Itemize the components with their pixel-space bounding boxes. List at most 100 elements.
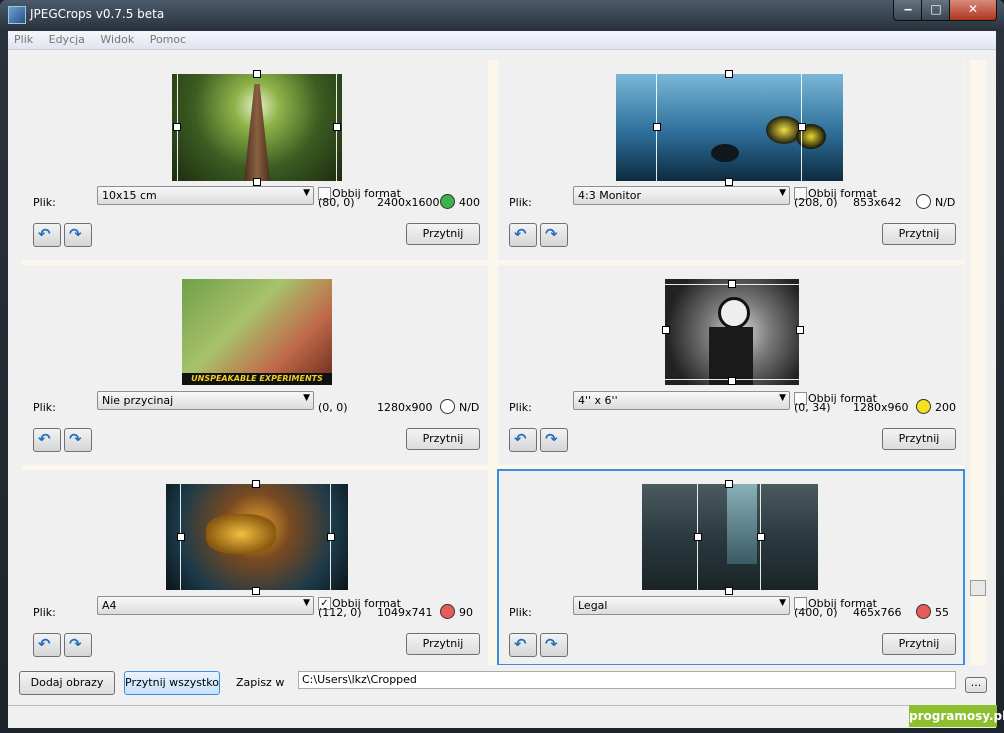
image-thumbnail[interactable]	[642, 484, 818, 590]
image-thumbnail[interactable]: UNSPEAKABLE EXPERIMENTS	[182, 279, 332, 385]
image-panel: Plik: A4 ▼ ✓ Obbij format (112, 0) 1049x7…	[22, 470, 488, 665]
format-select[interactable]: Legal ▼	[573, 596, 790, 615]
crop-handle[interactable]	[796, 326, 804, 334]
format-value: Legal	[578, 599, 608, 612]
close-button[interactable]: ✕	[949, 0, 997, 21]
app-icon	[8, 6, 26, 24]
image-grid: Plik: 10x15 cm ▼ Obbij format (80, 0) 240…	[22, 60, 965, 665]
output-path-input[interactable]: C:\Users\lkz\Cropped	[298, 671, 956, 689]
crop-handle[interactable]	[694, 533, 702, 541]
crop-button[interactable]: Przytnij	[406, 223, 480, 245]
status-dot	[916, 604, 931, 619]
crop-handle[interactable]	[252, 480, 260, 488]
save-in-label: Zapisz w	[236, 676, 285, 689]
status-bar	[8, 705, 996, 728]
crop-offset: (0, 34)	[794, 401, 831, 414]
rotate-right-icon: ↷	[545, 635, 558, 653]
crop-handle[interactable]	[725, 480, 733, 488]
crop-handle[interactable]	[728, 280, 736, 288]
rotate-right-button[interactable]: ↷	[540, 428, 568, 452]
vertical-scrollbar[interactable]	[970, 60, 986, 665]
crop-button[interactable]: Przytnij	[882, 633, 956, 655]
menu-bar: Plik Edycja Widok Pomoc	[8, 31, 996, 50]
minimize-button[interactable]: ‒	[893, 0, 923, 21]
crop-offset: (112, 0)	[318, 606, 362, 619]
crop-handle[interactable]	[757, 533, 765, 541]
crop-handle[interactable]	[798, 123, 806, 131]
rotate-right-button[interactable]: ↷	[64, 428, 92, 452]
rotate-left-icon: ↶	[38, 430, 51, 448]
dpi-value: 200	[935, 401, 956, 414]
image-size: 465x766	[853, 606, 902, 619]
rotate-left-button[interactable]: ↶	[33, 223, 61, 247]
rotate-right-button[interactable]: ↷	[540, 223, 568, 247]
window-title: JPEGCrops v0.7.5 beta	[30, 7, 165, 21]
crop-button[interactable]: Przytnij	[406, 633, 480, 655]
chevron-down-icon: ▼	[303, 188, 310, 198]
rotate-left-button[interactable]: ↶	[509, 223, 537, 247]
crop-offset: (400, 0)	[794, 606, 838, 619]
crop-handle[interactable]	[725, 587, 733, 595]
maximize-button[interactable]: □	[921, 0, 951, 21]
crop-handle[interactable]	[662, 326, 670, 334]
title-bar[interactable]: JPEGCrops v0.7.5 beta ‒ □ ✕	[0, 0, 1004, 30]
bottom-toolbar: Dodaj obrazy Przytnij wszystko Zapisz w …	[8, 665, 996, 705]
format-select[interactable]: 4:3 Monitor ▼	[573, 186, 790, 205]
menu-pomoc[interactable]: Pomoc	[144, 31, 192, 46]
format-select[interactable]: 4'' x 6'' ▼	[573, 391, 790, 410]
format-select[interactable]: 10x15 cm ▼	[97, 186, 314, 205]
rotate-right-button[interactable]: ↷	[540, 633, 568, 657]
crop-handle[interactable]	[327, 533, 335, 541]
menu-edycja[interactable]: Edycja	[43, 31, 91, 46]
rotate-right-icon: ↷	[545, 430, 558, 448]
crop-all-button[interactable]: Przytnij wszystko	[124, 671, 220, 695]
crop-handle[interactable]	[653, 123, 661, 131]
crop-handle[interactable]	[173, 123, 181, 131]
crop-handle[interactable]	[333, 123, 341, 131]
rotate-right-button[interactable]: ↷	[64, 223, 92, 247]
menu-widok[interactable]: Widok	[94, 31, 140, 46]
status-dot	[440, 604, 455, 619]
file-label: Plik:	[33, 606, 56, 619]
rotate-left-icon: ↶	[38, 635, 51, 653]
format-value: Nie przycinaj	[102, 394, 174, 407]
crop-handle[interactable]	[725, 70, 733, 78]
rotate-left-button[interactable]: ↶	[509, 428, 537, 452]
crop-button[interactable]: Przytnij	[882, 223, 956, 245]
crop-button[interactable]: Przytnij	[882, 428, 956, 450]
add-images-button[interactable]: Dodaj obrazy	[19, 671, 115, 695]
chevron-down-icon: ▼	[303, 393, 310, 403]
rotate-left-icon: ↶	[514, 635, 527, 653]
crop-button[interactable]: Przytnij	[406, 428, 480, 450]
rotate-left-button[interactable]: ↶	[33, 428, 61, 452]
image-thumbnail[interactable]	[166, 484, 348, 590]
menu-plik[interactable]: Plik	[8, 31, 39, 46]
scroll-thumb[interactable]	[970, 580, 986, 596]
image-caption: UNSPEAKABLE EXPERIMENTS	[182, 373, 332, 385]
crop-handle[interactable]	[177, 533, 185, 541]
rotate-right-icon: ↷	[69, 635, 82, 653]
file-label: Plik:	[33, 196, 56, 209]
rotate-left-icon: ↶	[514, 225, 527, 243]
rotate-right-button[interactable]: ↷	[64, 633, 92, 657]
browse-button[interactable]: ...	[965, 677, 987, 693]
image-panel: Plik: 4'' x 6'' ▼ Obbij format (0, 34) 12…	[498, 265, 964, 465]
file-label: Plik:	[509, 196, 532, 209]
rotate-left-button[interactable]: ↶	[509, 633, 537, 657]
crop-handle[interactable]	[253, 70, 261, 78]
image-thumbnail[interactable]	[616, 74, 843, 181]
chevron-down-icon: ▼	[779, 598, 786, 608]
crop-handle[interactable]	[253, 178, 261, 186]
image-size: 1280x900	[377, 401, 433, 414]
image-thumbnail[interactable]	[172, 74, 342, 181]
crop-handle[interactable]	[725, 178, 733, 186]
crop-handle[interactable]	[728, 377, 736, 385]
rotate-right-icon: ↷	[69, 225, 82, 243]
format-select[interactable]: Nie przycinaj ▼	[97, 391, 314, 410]
crop-offset: (208, 0)	[794, 196, 838, 209]
chevron-down-icon: ▼	[303, 598, 310, 608]
crop-handle[interactable]	[252, 587, 260, 595]
format-select[interactable]: A4 ▼	[97, 596, 314, 615]
status-dot	[916, 194, 931, 209]
rotate-left-button[interactable]: ↶	[33, 633, 61, 657]
